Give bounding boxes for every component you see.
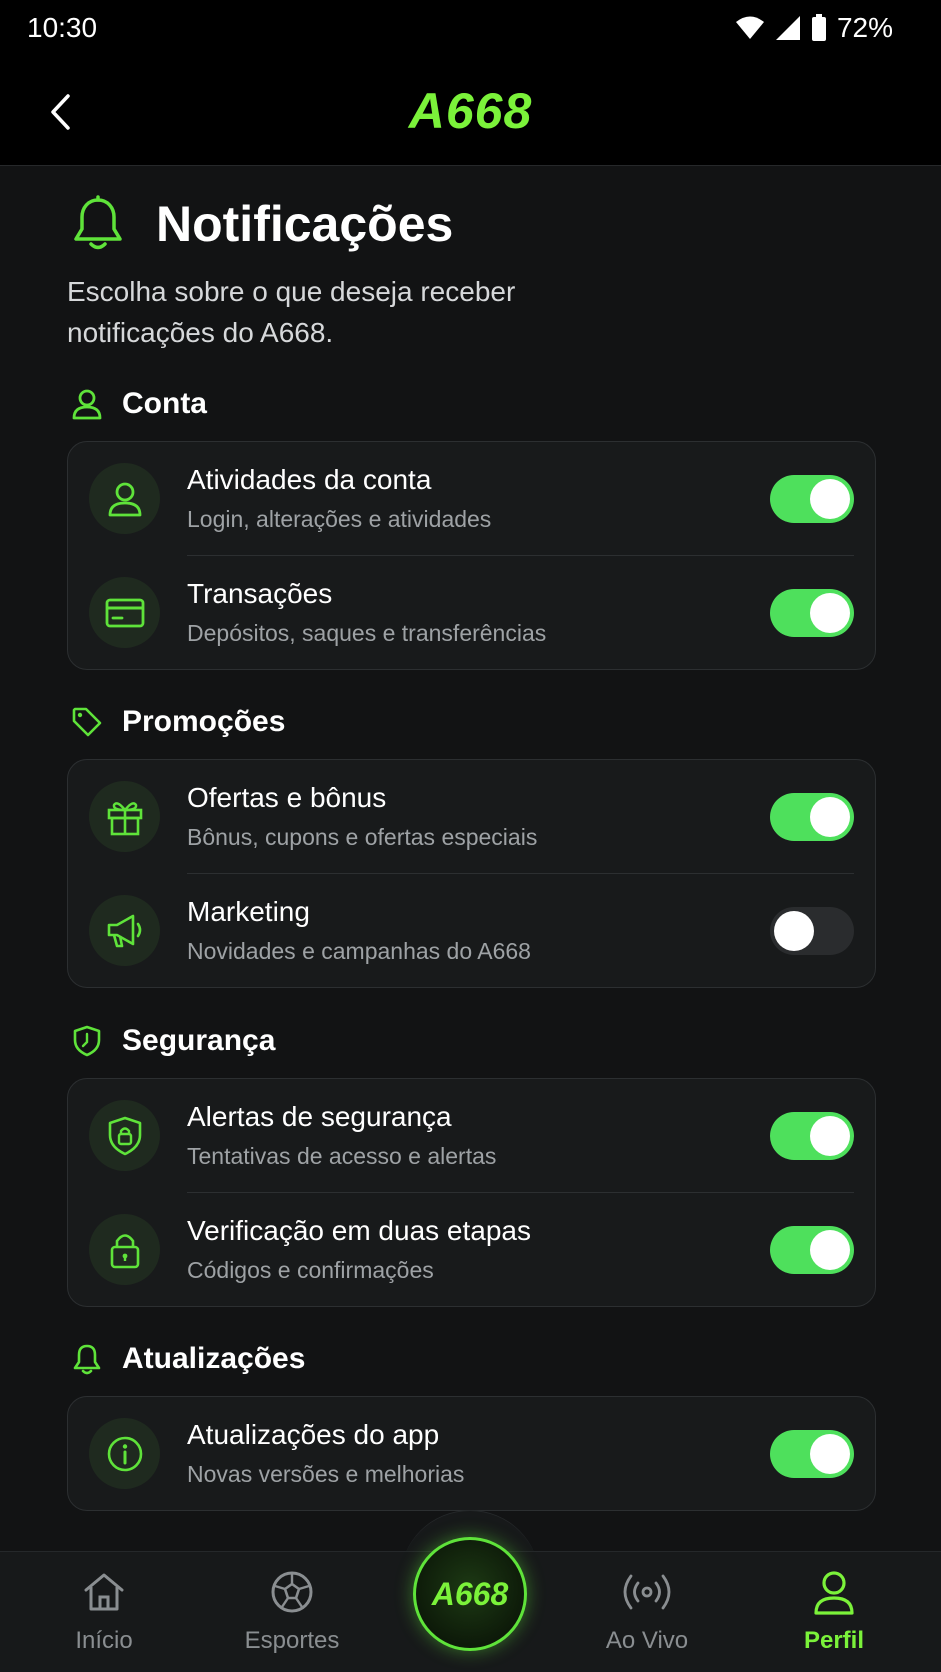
row-icon-wrap: [89, 781, 160, 852]
gift-icon: [107, 801, 142, 835]
shield-icon: [73, 1025, 101, 1057]
nav-item-esportes[interactable]: Esportes: [222, 1552, 362, 1672]
notification-row-offers: Ofertas e bônus Bônus, cupons e ofertas …: [68, 760, 875, 873]
profile-icon: [814, 1571, 854, 1615]
row-title: Ofertas e bônus: [187, 782, 387, 813]
nav-item-inicio[interactable]: Início: [34, 1552, 174, 1672]
card-icon: [105, 598, 144, 627]
section-card-atualizacoes: Atualizações do app Novas versões e melh…: [67, 1396, 876, 1511]
row-icon-wrap: [89, 577, 160, 648]
toggle-app-updates[interactable]: [770, 1430, 854, 1478]
nav-label: Início: [75, 1627, 133, 1654]
page-title: Notificações: [156, 196, 454, 252]
section-card-promocoes: Ofertas e bônus Bônus, cupons e ofertas …: [67, 759, 876, 988]
user-icon: [108, 482, 141, 516]
section-card-conta: Atividades da conta Login, alterações e …: [67, 441, 876, 670]
row-title: Marketing: [187, 896, 310, 927]
section-label-seguranca: Segurança: [72, 1024, 275, 1058]
row-subtitle: Tentativas de acesso e alertas: [187, 1143, 497, 1169]
toggle-transactions[interactable]: [770, 589, 854, 637]
section-title: Segurança: [122, 1024, 276, 1057]
page-description: Escolha sobre o que deseja receber notif…: [67, 276, 516, 348]
shield-lock-icon: [108, 1116, 141, 1155]
toggle-marketing[interactable]: [770, 907, 854, 955]
battery-icon: [811, 14, 827, 42]
section-card-seguranca: Alertas de segurança Tentativas de acess…: [67, 1078, 876, 1307]
bell-icon: [73, 1344, 101, 1375]
bell-icon: [74, 195, 122, 250]
status-time: 10:30: [27, 12, 98, 43]
wifi-icon: [735, 16, 765, 40]
user-icon: [72, 389, 102, 420]
notification-row-two-step: Verificação em duas etapas Códigos e con…: [68, 1193, 875, 1306]
lock-icon: [110, 1233, 139, 1268]
nav-item-ao-vivo[interactable]: Ao Vivo: [577, 1552, 717, 1672]
row-title: Verificação em duas etapas: [187, 1215, 531, 1246]
toggle-security-alerts[interactable]: [770, 1112, 854, 1160]
notification-row-transactions: Transações Depósitos, saques e transferê…: [68, 556, 875, 669]
row-icon-wrap: [89, 1100, 160, 1171]
battery-percent: 72%: [836, 12, 893, 43]
section-title: Promoções: [122, 705, 286, 738]
row-title: Alertas de segurança: [187, 1101, 452, 1132]
notification-row-app-updates: Atualizações do app Novas versões e melh…: [68, 1397, 875, 1510]
row-subtitle: Códigos e confirmações: [187, 1257, 434, 1283]
row-icon-wrap: [89, 1418, 160, 1489]
top-bar: A668: [0, 56, 941, 166]
row-subtitle: Bônus, cupons e ofertas especiais: [187, 824, 538, 850]
row-subtitle: Novidades e campanhas do A668: [187, 938, 531, 964]
status-icons: 72%: [735, 12, 893, 44]
tag-icon: [72, 707, 102, 737]
home-icon: [84, 1573, 124, 1611]
notification-row-security-alerts: Alertas de segurança Tentativas de acess…: [68, 1079, 875, 1192]
nav-center-logo: A668: [431, 1575, 509, 1612]
nav-label: Ao Vivo: [605, 1627, 689, 1654]
nav-label: Perfil: [803, 1627, 865, 1654]
toggle-two-step[interactable]: [770, 1226, 854, 1274]
page-header: Notificações: [70, 195, 453, 253]
row-subtitle: Login, alterações e atividades: [187, 506, 492, 532]
status-bar: 10:30 72%: [0, 0, 941, 56]
toggle-account-activity[interactable]: [770, 475, 854, 523]
notification-row-marketing: Marketing Novidades e campanhas do A668: [68, 874, 875, 987]
section-title: Conta: [122, 387, 207, 420]
section-label-atualizacoes: Atualizações: [72, 1342, 305, 1376]
signal-icon: [775, 15, 801, 41]
nav-label: Esportes: [244, 1627, 340, 1654]
section-label-promocoes: Promoções: [72, 705, 285, 739]
row-icon-wrap: [89, 1214, 160, 1285]
brand-logo: A668: [408, 83, 533, 139]
toggle-offers[interactable]: [770, 793, 854, 841]
row-subtitle: Depósitos, saques e transferências: [187, 620, 547, 646]
notification-row-account-activity: Atividades da conta Login, alterações e …: [68, 442, 875, 555]
row-icon-wrap: [89, 895, 160, 966]
section-title: Atualizações: [122, 1342, 306, 1375]
ball-icon: [271, 1571, 313, 1613]
megaphone-icon: [107, 914, 141, 947]
row-title: Transações: [187, 578, 333, 609]
section-label-conta: Conta: [72, 387, 207, 421]
row-icon-wrap: [89, 463, 160, 534]
info-icon: [107, 1436, 142, 1471]
row-subtitle: Novas versões e melhorias: [187, 1461, 465, 1487]
nav-center-button[interactable]: A668: [413, 1537, 527, 1651]
nav-item-perfil[interactable]: Perfil: [764, 1552, 904, 1672]
live-icon: [623, 1574, 671, 1610]
row-title: Atividades da conta: [187, 464, 432, 495]
row-title: Atualizações do app: [187, 1419, 440, 1450]
